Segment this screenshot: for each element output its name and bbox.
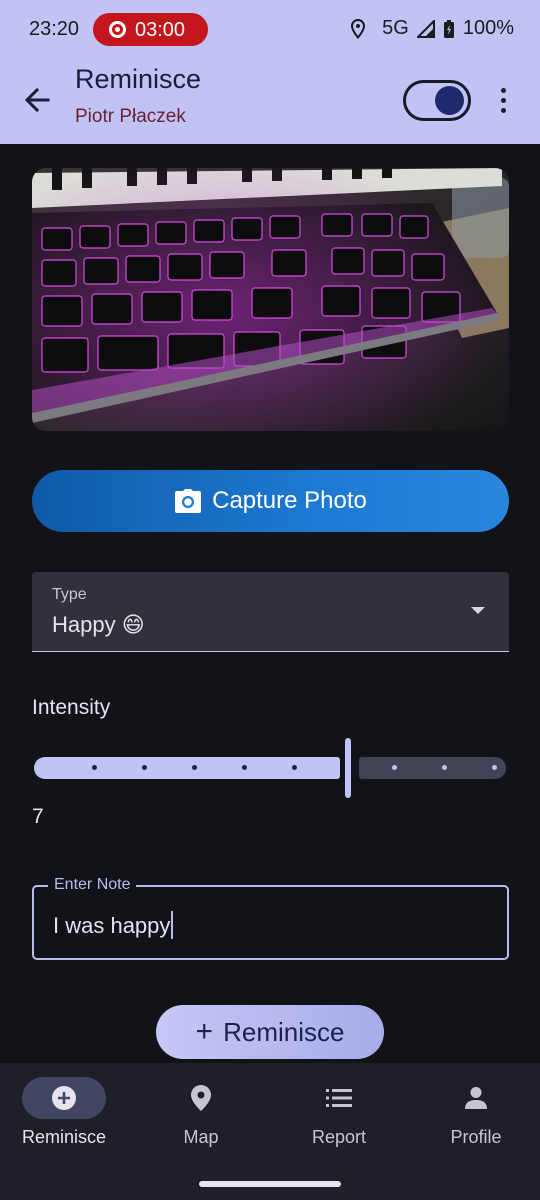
note-value: I was happy (53, 913, 171, 938)
slider-thumb[interactable] (345, 738, 351, 798)
slider-track-inactive (359, 757, 506, 779)
note-input[interactable]: Enter Note I was happy (32, 876, 509, 960)
user-name: Piotr Płaczek (75, 106, 186, 127)
intensity-slider[interactable] (32, 738, 509, 798)
slider-tick (142, 765, 147, 770)
capture-photo-button[interactable]: Capture Photo (32, 470, 509, 532)
slider-tick (392, 765, 397, 770)
intensity-value: 7 (32, 805, 44, 828)
status-bar: 23:20 03:00 5G 100% (0, 0, 540, 58)
note-text-wrapper: I was happy (53, 911, 174, 939)
slider-tick (92, 765, 97, 770)
text-caret (171, 911, 174, 939)
status-icons: 5G 100% (350, 17, 514, 40)
capture-photo-label: Capture Photo (212, 487, 367, 514)
screen-recording-indicator[interactable]: 03:00 (93, 13, 208, 46)
nav-label-profile: Profile (450, 1127, 502, 1147)
location-pin-icon (191, 1085, 211, 1111)
battery-charging-icon (443, 19, 455, 39)
plus-icon: + (195, 1015, 214, 1048)
keyboard-photo (32, 168, 509, 431)
add-circle-icon (52, 1086, 76, 1110)
slider-tick (492, 765, 497, 770)
theme-toggle[interactable] (403, 80, 471, 121)
captured-photo (32, 168, 509, 431)
location-status-icon (350, 18, 366, 39)
slider-tick (242, 765, 247, 770)
slider-tick (442, 765, 447, 770)
nav-item-report[interactable]: Report (279, 1077, 399, 1148)
record-icon (109, 21, 126, 38)
note-label: Enter Note (48, 876, 137, 894)
recording-timer: 03:00 (135, 19, 186, 41)
intensity-label: Intensity (32, 696, 111, 719)
camera-icon (175, 489, 202, 513)
arrow-back-icon (24, 87, 50, 113)
more-options-button[interactable] (490, 86, 516, 118)
slider-tick (292, 765, 297, 770)
slider-tick (192, 765, 197, 770)
status-time: 23:20 (29, 18, 80, 40)
reminisce-button[interactable]: + Reminisce (156, 1005, 384, 1059)
gesture-home-bar[interactable] (199, 1181, 341, 1187)
nav-item-map[interactable]: Map (141, 1077, 261, 1148)
type-value: Happy 😄 (52, 612, 145, 637)
bottom-navigation: Reminisce Map Report Profile (0, 1063, 540, 1200)
page-title: Reminisce (75, 64, 202, 94)
reminisce-button-label: Reminisce (223, 1016, 345, 1047)
network-type: 5G (382, 17, 409, 39)
nav-item-reminisce[interactable]: Reminisce (4, 1077, 124, 1148)
toggle-knob (435, 86, 464, 115)
dropdown-arrow-icon (471, 607, 485, 614)
nav-label-report: Report (311, 1127, 367, 1147)
battery-percent: 100% (462, 17, 514, 39)
back-button[interactable] (18, 80, 58, 120)
nav-item-profile[interactable]: Profile (416, 1077, 536, 1148)
active-indicator (22, 1077, 106, 1119)
type-label: Type (52, 586, 87, 603)
person-icon (465, 1087, 487, 1109)
more-vert-icon (500, 88, 506, 93)
nav-label-map: Map (183, 1127, 219, 1147)
list-icon (326, 1089, 352, 1107)
signal-icon (416, 19, 435, 38)
app-bar: Reminisce Piotr Płaczek (0, 58, 540, 144)
nav-label-reminisce: Reminisce (21, 1127, 107, 1147)
type-dropdown[interactable]: Type Happy 😄 (32, 572, 509, 652)
